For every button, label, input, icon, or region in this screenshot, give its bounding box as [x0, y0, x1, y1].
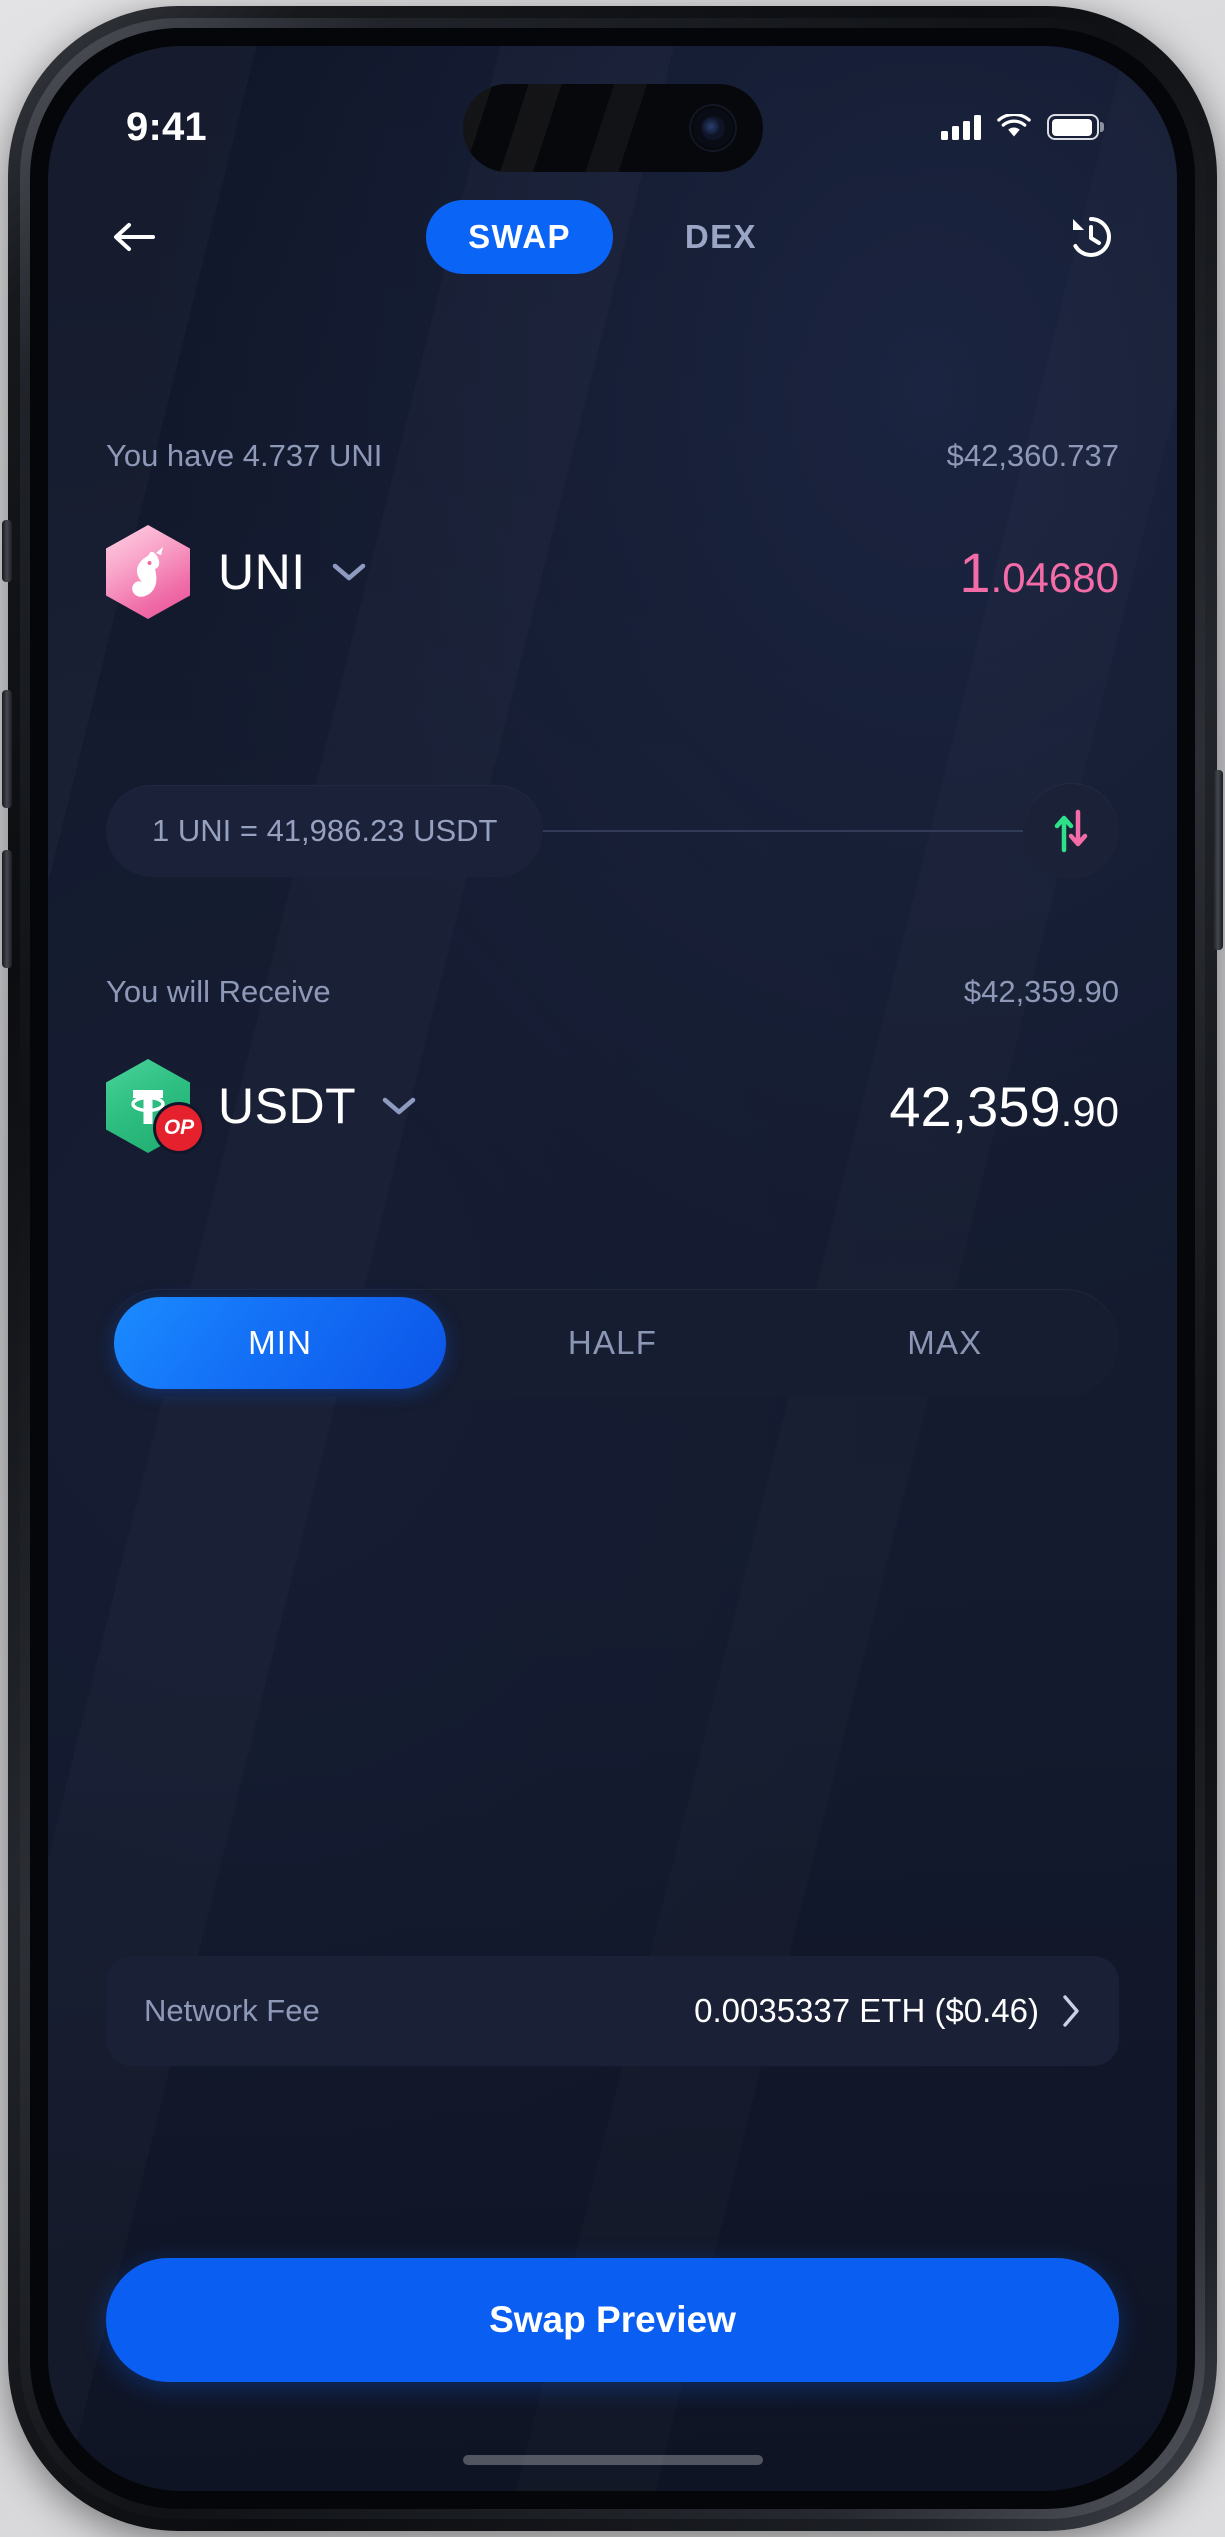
exchange-rate-row: 1 UNI = 41,986.23 USDT [106, 781, 1119, 881]
back-arrow-icon [114, 223, 155, 251]
front-camera-icon [688, 104, 737, 152]
from-token-row: UNI 1.04680 [106, 512, 1119, 632]
network-fee-value: 0.0035337 ETH ($0.46) [694, 1992, 1039, 2029]
to-amount: 42,359.90 [889, 1074, 1119, 1139]
network-fee-label: Network Fee [144, 1993, 320, 2028]
dynamic-island [462, 84, 763, 172]
swap-screen: SWAP DEX You have 4.737 UNI $42,360.737 [48, 46, 1177, 2491]
chevron-down-icon [382, 1097, 416, 1115]
preset-min[interactable]: MIN [114, 1297, 447, 1389]
screenshot-stage: 9:41 SWAP DEX You have 4.737 UNI $42,360… [0, 0, 1225, 2537]
to-receive-label: You will Receive [106, 974, 331, 1009]
network-fee-value-group: 0.0035337 ETH ($0.46) [694, 1992, 1081, 2030]
to-token-row: OP USDT 42,359.90 [106, 1046, 1119, 1166]
swap-direction-button[interactable] [1023, 783, 1119, 879]
mute-switch[interactable] [2, 520, 12, 582]
tab-dex[interactable]: DEX [643, 200, 799, 274]
status-bar-indicators [941, 114, 1099, 140]
preset-max[interactable]: MAX [779, 1297, 1111, 1389]
uni-unicorn-icon [106, 525, 190, 619]
from-token-chevron[interactable] [332, 562, 366, 582]
wifi-icon [997, 114, 1031, 137]
from-amount-decimal: .04680 [990, 553, 1119, 601]
from-fiat-value: $42,360.737 [946, 438, 1119, 473]
back-button[interactable] [106, 209, 162, 265]
cellular-signal-icon [941, 114, 981, 140]
power-button[interactable] [1213, 770, 1223, 950]
volume-down-button[interactable] [2, 850, 12, 968]
tab-swap[interactable]: SWAP [426, 200, 613, 274]
chevron-right-icon [1063, 1995, 1079, 2027]
to-receive-row: You will Receive $42,359.90 [106, 974, 1119, 1010]
preset-half[interactable]: HALF [446, 1297, 778, 1389]
from-amount[interactable]: 1.04680 [959, 540, 1119, 605]
mode-tabs: SWAP DEX [426, 200, 799, 274]
from-amount-integer: 1 [959, 540, 991, 604]
volume-up-button[interactable] [2, 690, 12, 808]
navigation-bar: SWAP DEX [106, 194, 1119, 280]
status-bar-time: 9:41 [126, 104, 207, 149]
network-fee-row[interactable]: Network Fee 0.0035337 ETH ($0.46) [106, 1956, 1119, 2066]
battery-icon [1047, 114, 1099, 140]
swap-preview-button[interactable]: Swap Preview [106, 2258, 1119, 2382]
to-token-symbol: USDT [218, 1078, 357, 1134]
from-token-symbol: UNI [218, 544, 306, 600]
to-fiat-value: $42,359.90 [963, 974, 1119, 1009]
exchange-rate-pill[interactable]: 1 UNI = 41,986.23 USDT [106, 785, 544, 877]
from-token-selector[interactable]: UNI [106, 525, 366, 619]
swap-vertical-arrows-icon [1054, 809, 1088, 853]
unicorn-glyph [132, 547, 163, 597]
amount-preset-segmented-control: MIN HALF MAX [106, 1289, 1119, 1397]
uni-token-icon-wrap [106, 525, 190, 619]
chevron-down-icon [332, 563, 365, 581]
history-clock-icon [1073, 217, 1111, 257]
to-amount-integer: 42,359 [889, 1074, 1061, 1138]
usdt-token-icon-wrap: OP [106, 1059, 202, 1153]
to-amount-decimal: .90 [1060, 1087, 1119, 1135]
from-balance-row: You have 4.737 UNI $42,360.737 [106, 438, 1119, 474]
to-token-chevron[interactable] [382, 1096, 416, 1116]
phone-screen: 9:41 SWAP DEX You have 4.737 UNI $42,360… [48, 46, 1177, 2491]
rate-connector-line [543, 830, 1023, 832]
to-token-selector[interactable]: OP USDT [106, 1059, 416, 1153]
history-button[interactable] [1063, 209, 1119, 265]
from-balance-label: You have 4.737 UNI [106, 438, 383, 473]
optimism-network-badge: OP [156, 1105, 202, 1151]
